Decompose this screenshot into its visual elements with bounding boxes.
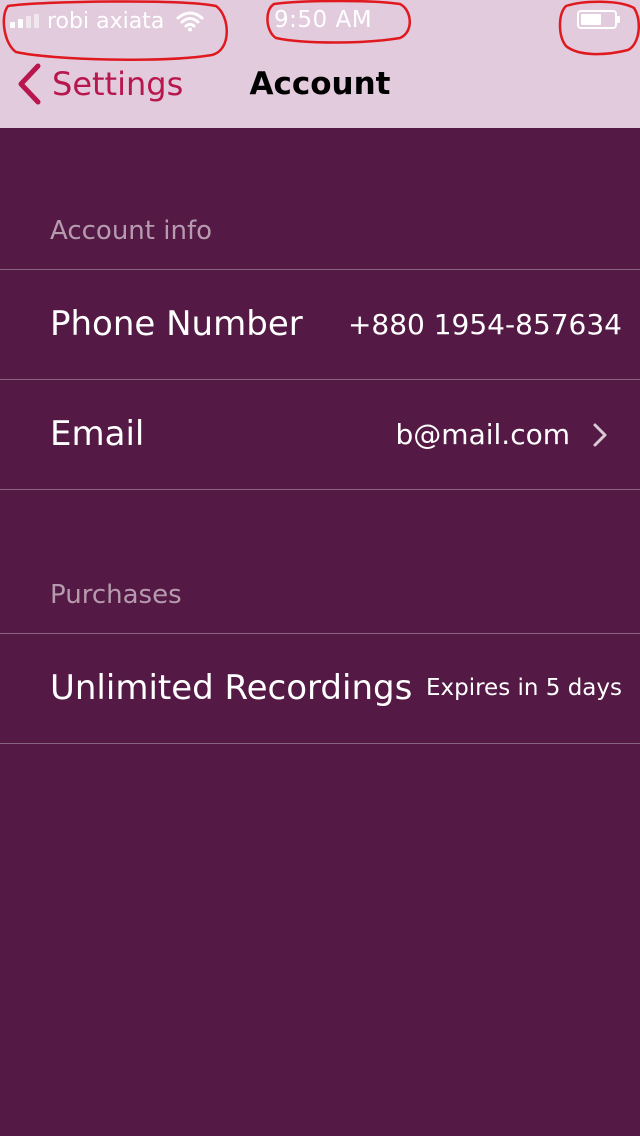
page-title: Account [249,66,391,102]
chevron-right-icon [593,423,607,447]
wifi-icon [176,11,204,32]
unlimited-recordings-row[interactable]: Unlimited Recordings Expires in 5 days [0,634,640,743]
signal-icon [10,14,39,28]
email-row[interactable]: Email b@mail.com [0,380,640,489]
battery-icon [577,10,620,29]
separator [0,743,640,744]
unlimited-recordings-expiry: Expires in 5 days [425,675,622,701]
phone-number-label: Phone Number [50,304,303,344]
phone-number-value: +880 1954-857634 [347,308,622,341]
status-time: 9:50 AM [274,7,373,33]
email-value: b@mail.com [395,418,570,451]
navigation-header: robi axiata 9:50 AM Settings Account [0,0,640,128]
email-label: Email [50,414,145,454]
unlimited-recordings-label: Unlimited Recordings [50,668,413,708]
status-carrier: robi axiata [10,8,204,34]
section-header-account-info: Account info [50,216,213,246]
carrier-name: robi axiata [47,8,165,34]
separator [0,489,640,490]
section-header-purchases: Purchases [50,580,182,610]
phone-number-row[interactable]: Phone Number +880 1954-857634 [0,270,640,379]
